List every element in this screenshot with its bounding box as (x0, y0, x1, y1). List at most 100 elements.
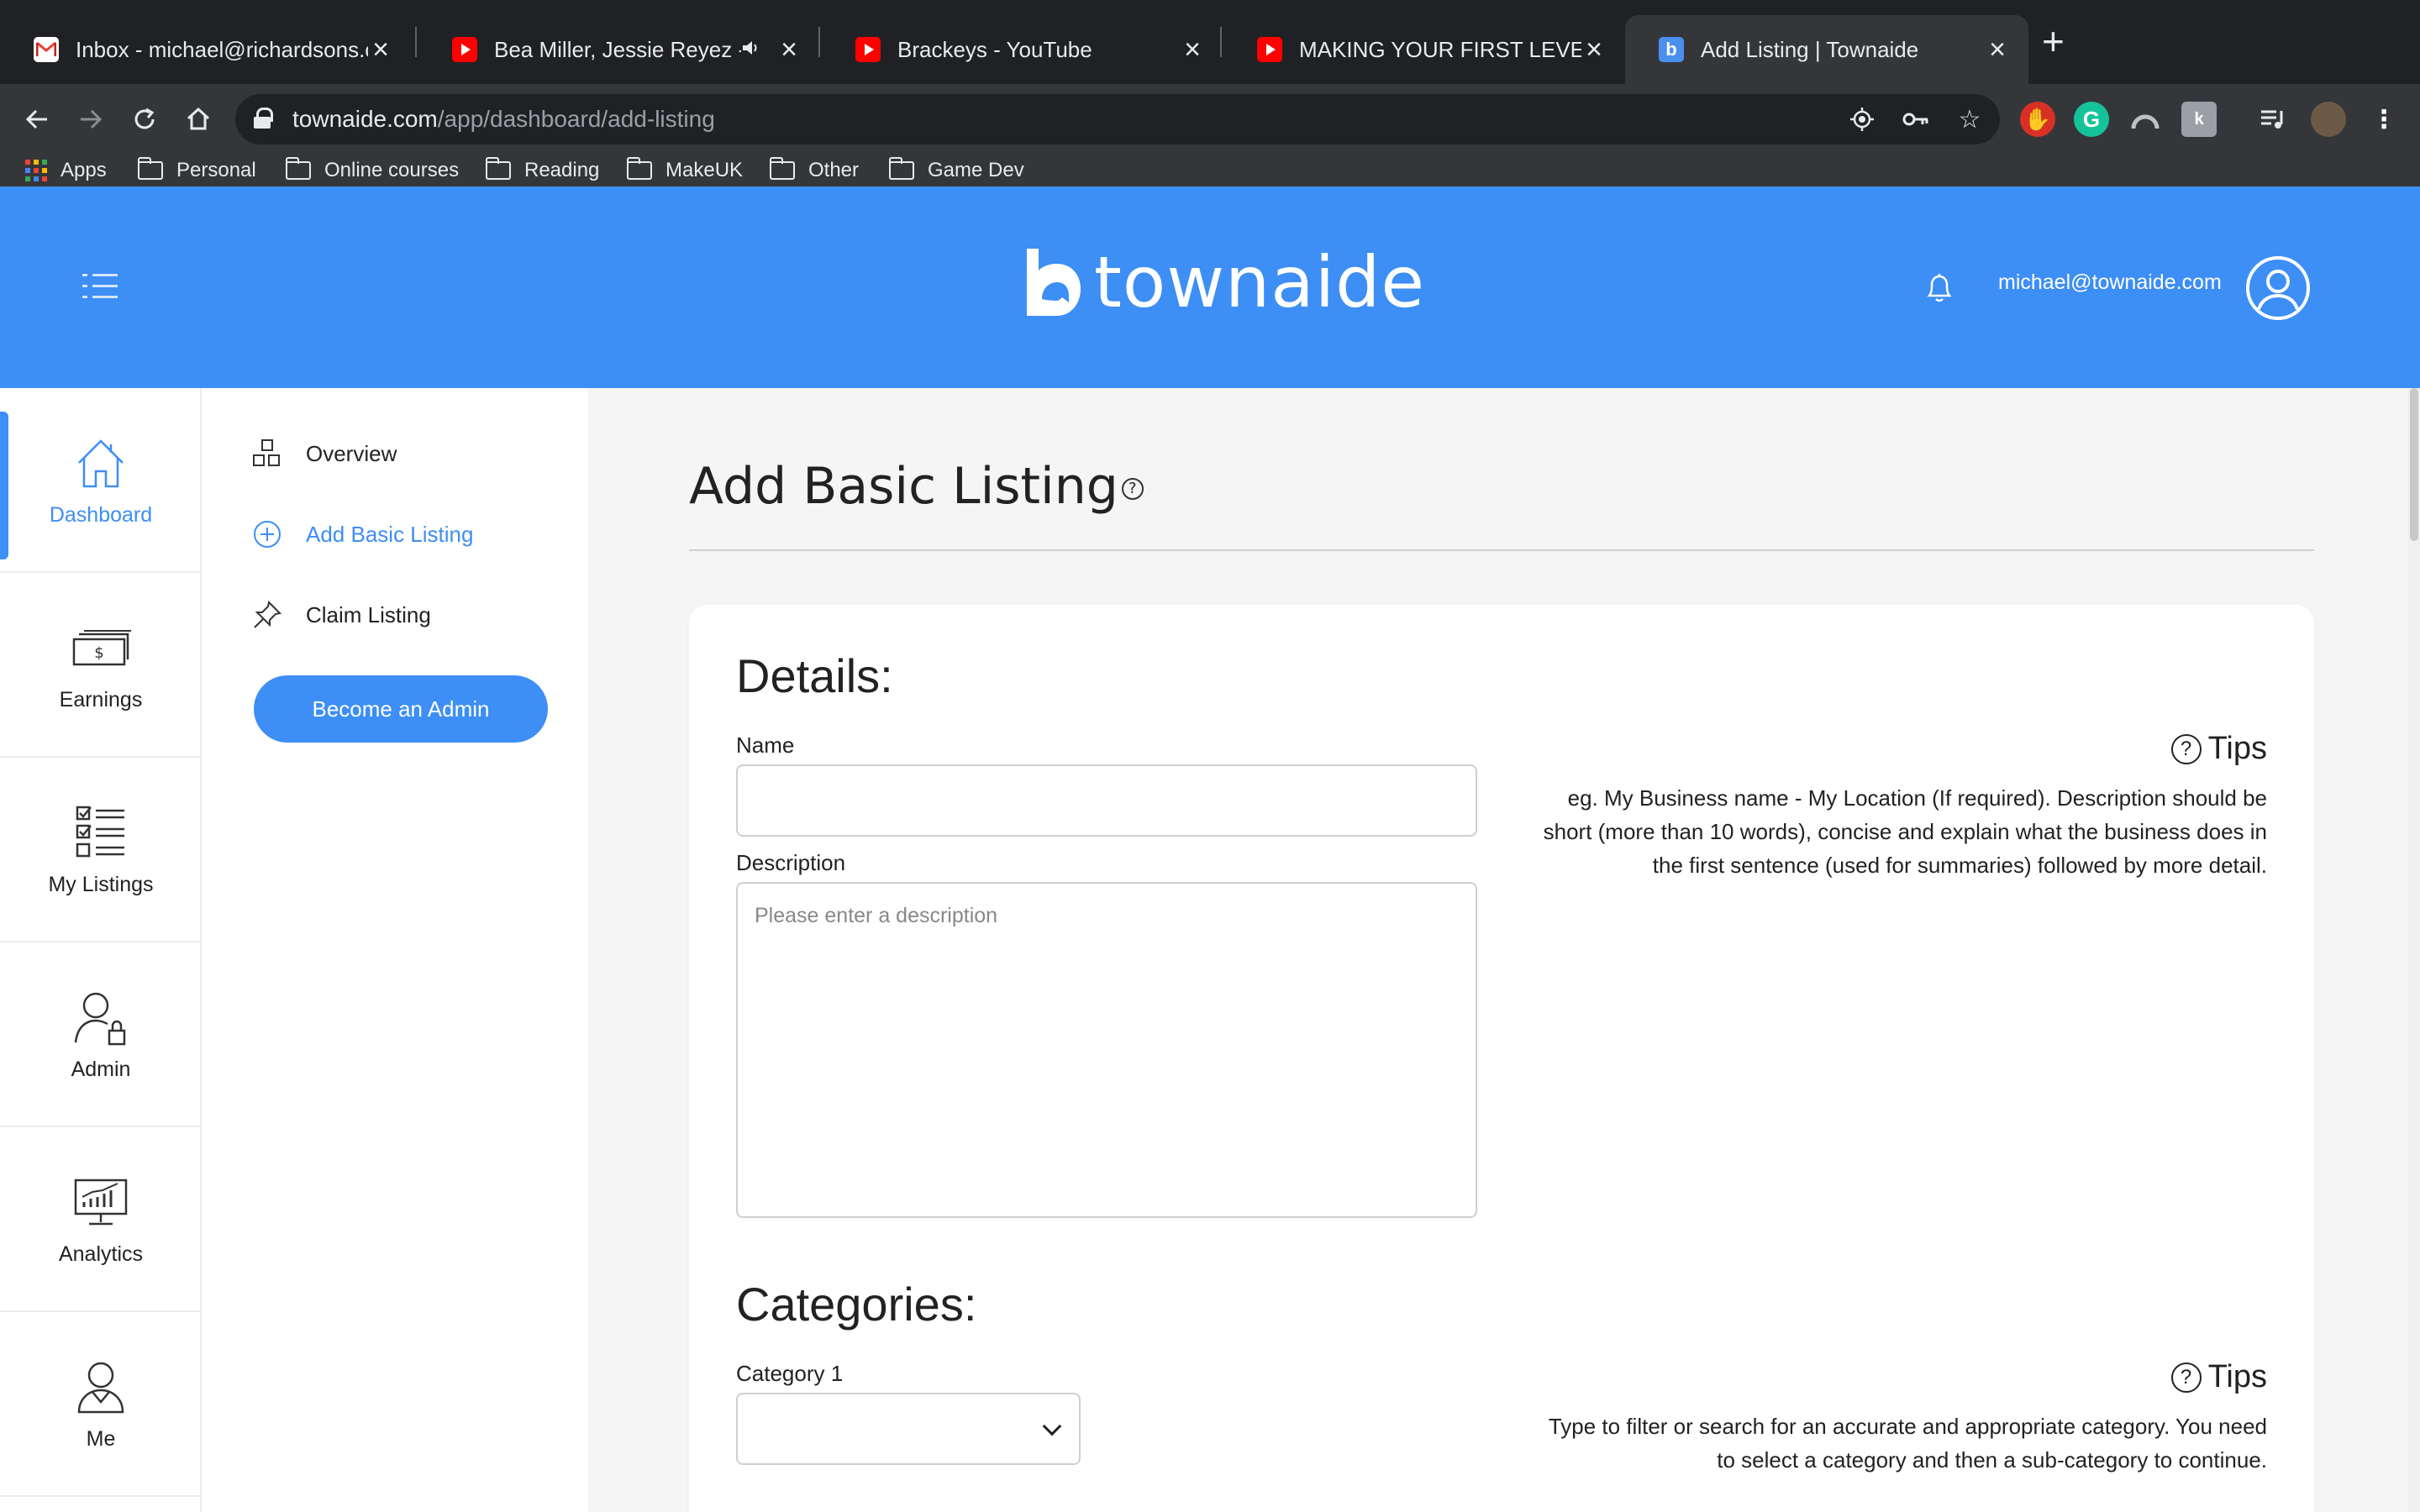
bookmark-label: Apps (60, 159, 107, 181)
become-admin-button[interactable]: Become an Admin (254, 675, 548, 743)
bookmark-makeuk[interactable]: MakeUK (627, 155, 743, 186)
bookmark-label: Online courses (324, 159, 460, 181)
help-circle-icon: ? (2170, 1362, 2202, 1393)
close-tab-icon[interactable]: × (776, 34, 802, 66)
bookmark-label: Game Dev (928, 159, 1024, 181)
submenu-label: Claim Listing (306, 601, 431, 627)
help-circle-icon: ? (2170, 733, 2202, 764)
help-icon[interactable]: ? (1121, 478, 1144, 501)
svg-text:$: $ (94, 644, 103, 662)
close-tab-icon[interactable]: × (1985, 34, 2010, 66)
categories-heading: Categories: (736, 1278, 977, 1331)
youtube-icon (855, 37, 881, 62)
description-textarea[interactable]: Please enter a description (736, 882, 1477, 1218)
browser-tab-active[interactable]: b Add Listing | Townaide × (1625, 15, 2028, 84)
browser-tab[interactable]: Inbox - michael@richardsons.co × (0, 15, 412, 84)
submenu-item-add-basic-listing[interactable]: Add Basic Listing (252, 516, 473, 553)
category1-select[interactable] (736, 1393, 1081, 1465)
name-input[interactable] (736, 764, 1477, 837)
close-tab-icon[interactable]: × (1180, 34, 1205, 66)
bookmark-personal[interactable]: Personal (138, 155, 256, 186)
plus-circle-icon (254, 521, 281, 548)
analytics-monitor-icon (74, 1179, 128, 1225)
rail-item-dashboard[interactable]: Dashboard (0, 388, 202, 573)
url-text[interactable]: townaide.com/app/dashboard/add-listing (292, 106, 715, 133)
ext-stop-icon[interactable]: ✋ (2020, 102, 2055, 137)
blocks-icon (253, 439, 280, 466)
key-icon[interactable] (1899, 102, 1933, 136)
rail-label: My Listings (48, 872, 154, 896)
browser-toolbar: townaide.com/app/dashboard/add-listing ☆… (0, 84, 2420, 155)
ext-arch-icon[interactable] (2128, 102, 2163, 137)
home-icon[interactable] (178, 99, 218, 139)
rail-item-my-listings[interactable]: My Listings (0, 758, 202, 942)
ext-k-icon[interactable]: k (2181, 102, 2217, 137)
bookmark-other[interactable]: Other (770, 155, 859, 186)
tab-title: Brackeys - YouTube (897, 36, 1092, 62)
user-email[interactable]: michael@townaide.com (1998, 270, 2222, 295)
brand-logo[interactable]: townaide (1023, 240, 1425, 324)
browser-tab[interactable]: Bea Miller, Jessie Reyez - FE × (418, 15, 820, 84)
url-path: /app/dashboard/add-listing (437, 106, 715, 132)
active-indicator (0, 412, 8, 559)
left-rail-nav: Dashboard $ Earnings My Listings Admin A… (0, 388, 202, 1512)
rail-label: Analytics (58, 1242, 144, 1266)
more-menu-icon[interactable]: ⋮ (2366, 102, 2402, 137)
tab-title: Bea Miller, Jessie Reyez - FE (494, 36, 741, 62)
details-tips-header[interactable]: ? Tips (2170, 731, 2267, 767)
new-tab-button[interactable]: + (2042, 22, 2065, 60)
browser-tab-strip: Inbox - michael@richardsons.co × Bea Mil… (0, 0, 2420, 84)
bookmark-label: Personal (176, 159, 256, 181)
close-tab-icon[interactable]: × (1581, 34, 1607, 66)
youtube-icon (1257, 37, 1282, 62)
listing-form-card: Details: Name Description Please enter a… (689, 605, 2314, 1512)
bookmark-apps[interactable]: Apps (25, 155, 107, 186)
browser-tab[interactable]: MAKING YOUR FIRST LEVEL in U × (1223, 15, 1625, 84)
forward-icon[interactable] (71, 99, 111, 139)
categories-tips-header[interactable]: ? Tips (2170, 1359, 2267, 1395)
reload-icon[interactable] (124, 99, 165, 139)
townaide-icon: b (1659, 37, 1684, 62)
details-heading: Details: (736, 649, 893, 702)
close-tab-icon[interactable]: × (368, 34, 393, 66)
tab-separator (1220, 27, 1222, 57)
submenu-item-claim-listing[interactable]: Claim Listing (252, 596, 431, 633)
rail-item-earnings[interactable]: $ Earnings (0, 573, 202, 758)
townaide-logo-icon (1027, 249, 1081, 316)
user-avatar-icon[interactable] (2245, 255, 2311, 321)
submenu-item-overview[interactable]: Overview (252, 435, 397, 472)
browser-tab[interactable]: Brackeys - YouTube × (822, 15, 1223, 84)
bookmark-game-dev[interactable]: Game Dev (889, 155, 1024, 186)
youtube-icon (452, 37, 477, 62)
speaker-icon[interactable] (741, 37, 766, 63)
location-icon[interactable] (1845, 102, 1879, 136)
lock-icon[interactable] (254, 108, 273, 129)
back-icon[interactable] (17, 99, 57, 139)
submenu-label: Overview (306, 440, 397, 466)
bookmark-label: MakeUK (666, 159, 744, 181)
categories-tips-text: Type to filter or search for an accurate… (1548, 1414, 2267, 1473)
grammarly-icon[interactable]: G (2074, 102, 2109, 137)
main-content: Add Basic Listing? Details: Name Descrip… (588, 388, 2420, 1512)
address-bar[interactable]: townaide.com/app/dashboard/add-listing ☆ (235, 94, 2000, 144)
rail-item-admin[interactable]: Admin (0, 942, 202, 1127)
bell-icon[interactable] (1924, 272, 1954, 304)
profile-avatar[interactable] (2311, 102, 2346, 137)
bookmark-label: Other (808, 159, 860, 181)
folder-icon (286, 157, 311, 180)
dashboard-submenu: Overview Add Basic Listing Claim Listing… (202, 388, 588, 1512)
page-scrollbar[interactable] (2408, 388, 2420, 1512)
rail-item-analytics[interactable]: Analytics (0, 1127, 202, 1312)
tips-label: Tips (2207, 1359, 2267, 1394)
description-label: Description (736, 850, 846, 875)
media-queue-icon[interactable] (2255, 102, 2291, 137)
rail-label: Me (86, 1426, 116, 1451)
scrollbar-thumb[interactable] (2410, 388, 2418, 541)
bookmark-online-courses[interactable]: Online courses (286, 155, 459, 186)
star-icon[interactable]: ☆ (1953, 102, 1986, 136)
rail-item-me[interactable]: Me (0, 1312, 202, 1497)
name-label: Name (736, 732, 795, 758)
rail-label: Earnings (59, 687, 143, 711)
bookmark-reading[interactable]: Reading (486, 155, 599, 186)
menu-list-icon[interactable] (82, 274, 118, 299)
